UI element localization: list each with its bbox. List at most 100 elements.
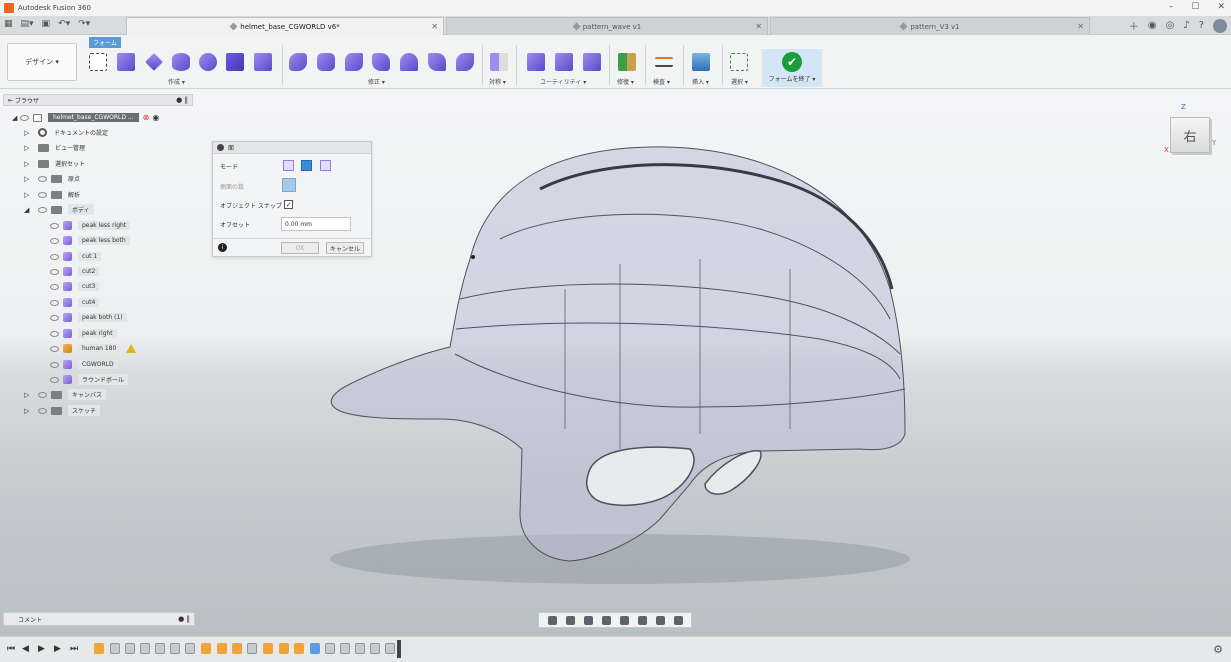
grid-settings-icon[interactable]	[655, 615, 665, 625]
repair-group-label[interactable]: 修復 ▾	[617, 77, 634, 86]
visibility-eye-icon[interactable]	[50, 268, 59, 275]
look-at-icon[interactable]	[565, 615, 575, 625]
tree-item[interactable]: ◢ ボディ	[24, 203, 94, 216]
extensions-icon[interactable]: ◉	[1148, 20, 1157, 31]
mode-edge-icon[interactable]	[301, 160, 312, 171]
select-icon[interactable]	[730, 53, 748, 71]
activate-radio-icon[interactable]: ◉	[152, 113, 159, 122]
dialog-header[interactable]: 面	[213, 142, 371, 154]
collapse-dialog-icon[interactable]	[217, 144, 224, 151]
play-icon[interactable]: ▶	[38, 644, 45, 654]
pan-hand-icon[interactable]	[583, 615, 593, 625]
expand-arrow-icon[interactable]: ◢	[24, 206, 32, 214]
create-group-label[interactable]: 作成 ▾	[168, 77, 185, 86]
orbit-icon[interactable]	[547, 615, 557, 625]
measure-icon[interactable]	[655, 57, 673, 67]
timeline-feature[interactable]	[94, 643, 104, 654]
visibility-eye-icon[interactable]	[50, 222, 59, 229]
display-settings-icon[interactable]	[637, 615, 647, 625]
go-to-start-icon[interactable]: ⏮	[7, 644, 15, 654]
timeline-settings-gear-icon[interactable]: ⚙	[1213, 643, 1223, 656]
tree-root[interactable]: ◢ helmet_base_CGWORLD ... ⊗ ◉	[12, 111, 159, 124]
workspace-switcher[interactable]: デザイン ▾	[7, 43, 77, 81]
collapse-panel-icon[interactable]: ⇤	[8, 97, 15, 104]
step-forward-icon[interactable]: ▶	[54, 644, 61, 654]
data-panel-grid-icon[interactable]: ▦	[4, 19, 13, 29]
plane-icon[interactable]	[145, 53, 163, 71]
visibility-eye-icon[interactable]	[50, 253, 59, 260]
form-tab[interactable]: フォーム	[89, 37, 121, 48]
sides-count-icon[interactable]	[282, 178, 296, 192]
body-item[interactable]: cut4	[50, 296, 100, 309]
insert-group-label[interactable]: 挿入 ▾	[692, 77, 709, 86]
select-group-label[interactable]: 選択 ▾	[731, 77, 748, 86]
zoom-window-icon[interactable]	[619, 615, 629, 625]
tab-pattern-wave[interactable]: pattern_wave v1 ✕	[446, 17, 768, 35]
bridge-icon[interactable]	[400, 53, 418, 71]
job-status-icon[interactable]: ◎	[1166, 20, 1175, 31]
user-avatar[interactable]	[1213, 18, 1227, 33]
box-icon[interactable]	[117, 53, 135, 71]
zoom-icon[interactable]	[601, 615, 611, 625]
utility-group-label[interactable]: ユーティリティ ▾	[540, 77, 586, 86]
maximize-button[interactable]: ☐	[1191, 2, 1199, 12]
timeline-feature[interactable]	[340, 643, 350, 654]
body-item[interactable]: cut 1	[50, 250, 102, 263]
expand-arrow-icon[interactable]: ▷	[24, 391, 32, 399]
expand-arrow-icon[interactable]: ▷	[24, 129, 32, 137]
timeline-marker[interactable]	[397, 640, 401, 658]
body-item[interactable]: peak less both	[50, 234, 130, 247]
weld-vertices-icon[interactable]	[456, 53, 474, 71]
help-icon[interactable]: ?	[1199, 20, 1204, 31]
tree-item[interactable]: ▷ スケッチ	[24, 404, 101, 417]
offset-input[interactable]	[281, 217, 351, 231]
repair-body-icon[interactable]	[618, 53, 636, 71]
timeline-feature[interactable]	[170, 643, 180, 654]
expand-arrow-icon[interactable]: ▷	[24, 144, 32, 152]
timeline-feature[interactable]	[310, 643, 320, 654]
tree-item[interactable]: ▷ 解析	[24, 188, 80, 201]
create-sketch-icon[interactable]	[89, 53, 107, 71]
timeline-feature[interactable]	[263, 643, 273, 654]
expand-arrow-icon[interactable]: ◢	[12, 114, 20, 122]
visibility-eye-icon[interactable]	[38, 206, 47, 213]
browser-header[interactable]: ⇤ ブラウザ ● ‖	[3, 94, 193, 106]
visibility-eye-icon[interactable]	[50, 283, 59, 290]
3d-viewport[interactable]	[0, 89, 1231, 636]
close-tab-icon[interactable]: ✕	[431, 22, 438, 31]
visibility-eye-icon[interactable]	[50, 237, 59, 244]
visibility-eye-icon[interactable]	[38, 391, 47, 398]
visibility-eye-icon[interactable]	[50, 314, 59, 321]
save-icon[interactable]: ▣	[42, 19, 51, 29]
cylinder-icon[interactable]	[172, 53, 190, 71]
crease-icon[interactable]	[555, 53, 573, 71]
close-window-button[interactable]: ✕	[1217, 2, 1225, 12]
symmetry-group-label[interactable]: 対称 ▾	[489, 77, 506, 86]
timeline-feature[interactable]	[140, 643, 150, 654]
timeline-feature[interactable]	[355, 643, 365, 654]
visibility-eye-icon[interactable]	[50, 361, 59, 368]
visibility-eye-icon[interactable]	[38, 407, 47, 414]
info-icon[interactable]: i	[218, 243, 227, 252]
body-item[interactable]: peak right	[50, 327, 117, 340]
body-item[interactable]: human 180	[50, 342, 137, 355]
insert-image-icon[interactable]	[692, 53, 710, 71]
visibility-eye-icon[interactable]	[50, 345, 59, 352]
expand-arrow-icon[interactable]: ▷	[24, 191, 32, 199]
sphere-icon[interactable]	[199, 53, 217, 71]
timeline-feature[interactable]	[232, 643, 242, 654]
notifications-icon[interactable]: ♪	[1183, 20, 1189, 31]
close-tab-icon[interactable]: ✕	[755, 22, 762, 31]
viewports-icon[interactable]	[673, 615, 683, 625]
body-item[interactable]: ラウンドボール	[50, 373, 129, 386]
timeline-feature[interactable]	[217, 643, 227, 654]
timeline-feature[interactable]	[201, 643, 211, 654]
body-item[interactable]: peak both (1)	[50, 311, 127, 324]
timeline-feature[interactable]	[185, 643, 195, 654]
ok-button[interactable]: OK	[281, 242, 319, 254]
body-item[interactable]: CGWORLD	[50, 358, 118, 371]
tree-item[interactable]: ▷ 原点	[24, 172, 80, 185]
step-back-icon[interactable]: ◀	[22, 644, 29, 654]
tree-item[interactable]: ▷ キャンバス	[24, 388, 107, 401]
helmet-model[interactable]	[0, 89, 1231, 636]
